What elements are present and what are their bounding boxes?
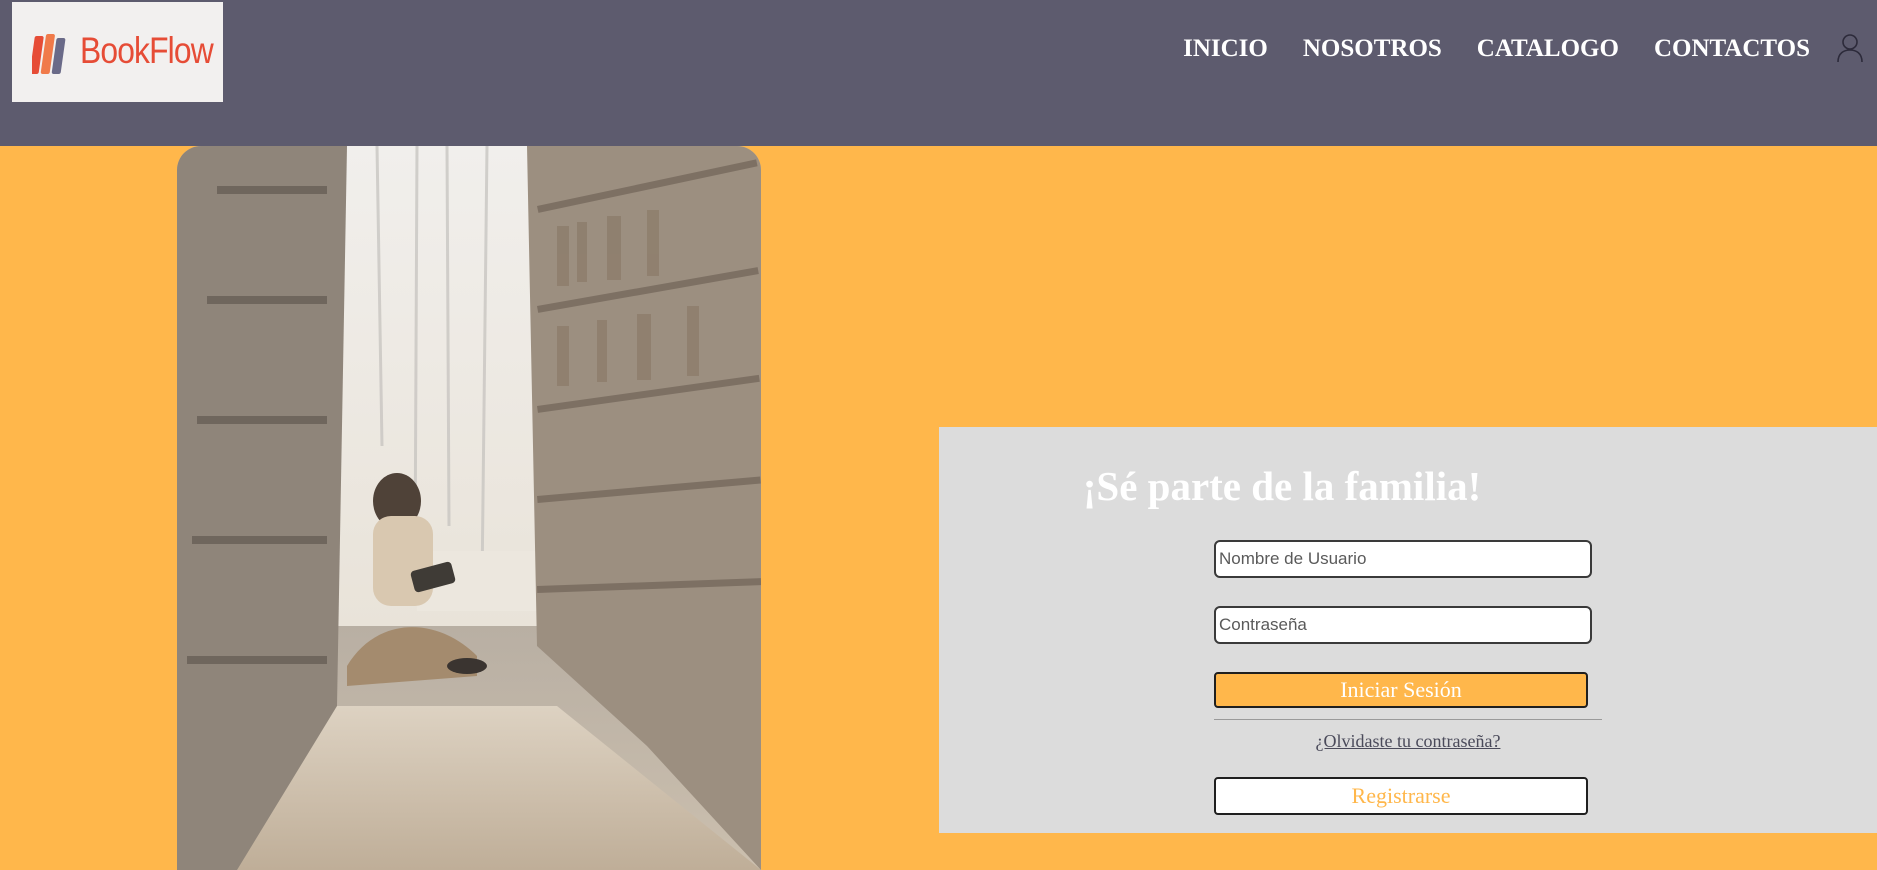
site-header: BookFlow INICIO NOSOTROS CATALOGO CONTAC… [0,0,1877,146]
brand-logo[interactable]: BookFlow [12,2,223,102]
brand-name: BookFlow [80,30,214,71]
library-illustration [177,146,761,870]
password-field[interactable] [1214,606,1592,644]
login-title: ¡Sé parte de la familia! [1082,463,1482,509]
login-card: ¡Sé parte de la familia! Iniciar Sesión … [939,427,1877,833]
user-icon[interactable] [1835,32,1865,64]
username-field[interactable] [1214,540,1592,578]
library-photo [177,146,761,870]
divider [1214,719,1602,720]
login-button[interactable]: Iniciar Sesión [1214,672,1588,708]
nav-item-contactos[interactable]: CONTACTOS [1654,35,1810,63]
register-button[interactable]: Registrarse [1214,777,1588,815]
forgot-password-link[interactable]: ¿Olvidaste tu contraseña? [1214,731,1602,752]
main-nav: INICIO NOSOTROS CATALOGO CONTACTOS [1148,35,1810,63]
books-logo-icon [32,34,66,74]
nav-item-nosotros[interactable]: NOSOTROS [1303,35,1442,63]
nav-item-inicio[interactable]: INICIO [1183,35,1268,63]
nav-item-catalogo[interactable]: CATALOGO [1477,35,1619,63]
